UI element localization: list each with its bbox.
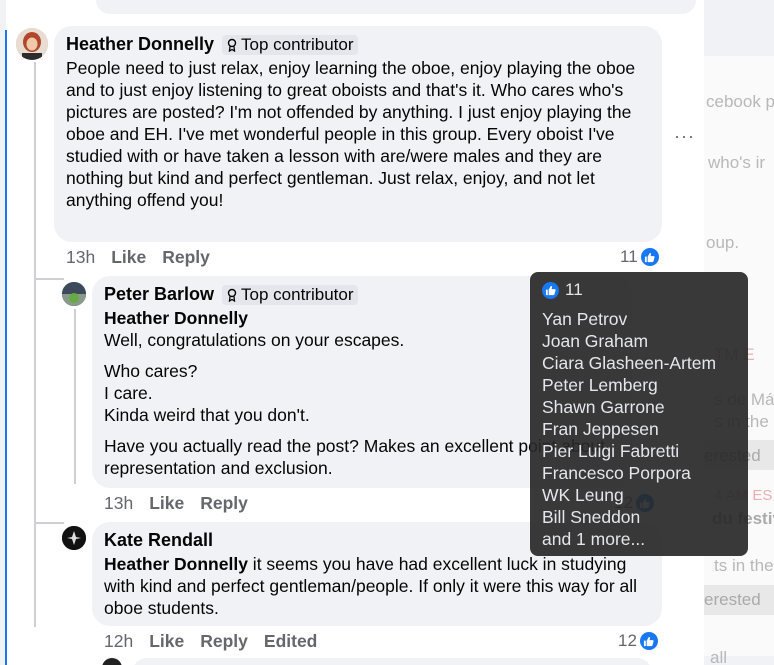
reactor-name: Peter Lemberg (542, 375, 658, 395)
reactor-name: Fran Jeppesen (542, 419, 659, 439)
reactor-name: Yan Petrov (542, 309, 628, 329)
comment-actions: 12h Like Reply Edited (104, 631, 317, 652)
badge-label: Top contributor (241, 284, 354, 304)
reactor-name: Shawn Garrone (542, 397, 665, 417)
reactor-name: Pier Luigi Fabretti (542, 441, 680, 461)
top-contributor-badge: Top contributor (222, 284, 358, 305)
comment-actions: 13h Like Reply (104, 493, 248, 514)
bg-text: ts in the (714, 556, 774, 575)
bg-text: who's ir (708, 153, 766, 172)
timestamp[interactable]: 13h (66, 247, 95, 268)
bg-text: erested (704, 590, 761, 609)
reactor-name: Ciara Glasheen-Artem (542, 353, 717, 373)
like-button[interactable]: Like (111, 247, 146, 268)
reaction-count[interactable]: 11 (620, 247, 659, 267)
tooltip-count: 11 (565, 280, 583, 299)
comment-author[interactable]: Kate Rendall (104, 530, 213, 551)
mention-link[interactable]: Heather Donnelly (104, 554, 248, 574)
avatar[interactable] (62, 282, 86, 306)
edited-label[interactable]: Edited (264, 631, 317, 652)
reaction-count[interactable]: 12 (618, 631, 658, 651)
left-page-strip (0, 0, 7, 665)
thread-line (34, 62, 36, 627)
reaction-number: 11 (620, 247, 638, 266)
thread-connector (34, 522, 64, 524)
thread-connector (34, 278, 64, 280)
like-button[interactable]: Like (149, 631, 184, 652)
reactor-more: and 1 more... (542, 529, 646, 549)
avatar[interactable] (16, 28, 48, 60)
like-reaction-icon (542, 281, 559, 299)
comment-author[interactable]: Peter Barlow (104, 284, 214, 305)
bg-text: cebook p (706, 92, 774, 111)
avatar[interactable] (62, 526, 86, 550)
bg-text: all (710, 648, 728, 665)
comment-bubble: Heather Donnelly Top contributor People … (54, 26, 662, 242)
comment-bubble (132, 658, 652, 665)
reactor-name: Bill Sneddon (542, 507, 641, 527)
timestamp[interactable]: 13h (104, 493, 133, 514)
more-options-icon[interactable]: ··· (674, 126, 695, 147)
thread-line (74, 309, 76, 484)
avatar[interactable] (102, 658, 122, 665)
reaction-number: 12 (618, 631, 637, 650)
badge-label: Top contributor (241, 34, 354, 54)
bg-text: oup. (706, 233, 740, 252)
comment-text: Heather Donnelly it seems you have had e… (104, 553, 650, 619)
comment-text: People need to just relax, enjoy learnin… (66, 58, 636, 210)
reactor-list: Yan Petrov Joan Graham Ciara Glasheen-Ar… (542, 308, 736, 550)
reactions-tooltip: 11 Yan Petrov Joan Graham Ciara Glasheen… (530, 272, 748, 556)
reactor-name: WK Leung (542, 485, 624, 505)
reply-button[interactable]: Reply (200, 631, 248, 652)
comment-author[interactable]: Heather Donnelly (66, 34, 214, 55)
comment-actions: 13h Like Reply (66, 247, 210, 268)
reply-button[interactable]: Reply (200, 493, 248, 514)
reply-button[interactable]: Reply (162, 247, 210, 268)
like-reaction-icon (639, 632, 658, 650)
thread-indicator (5, 30, 7, 665)
reactor-name: Francesco Porpora (542, 463, 691, 483)
top-contributor-badge: Top contributor (222, 34, 358, 55)
award-icon (227, 38, 237, 52)
award-icon (227, 288, 237, 302)
reactor-name: Joan Graham (542, 331, 649, 351)
comment-input[interactable] (96, 0, 696, 14)
like-reaction-icon (640, 248, 659, 266)
like-button[interactable]: Like (149, 493, 184, 514)
timestamp[interactable]: 12h (104, 631, 133, 652)
